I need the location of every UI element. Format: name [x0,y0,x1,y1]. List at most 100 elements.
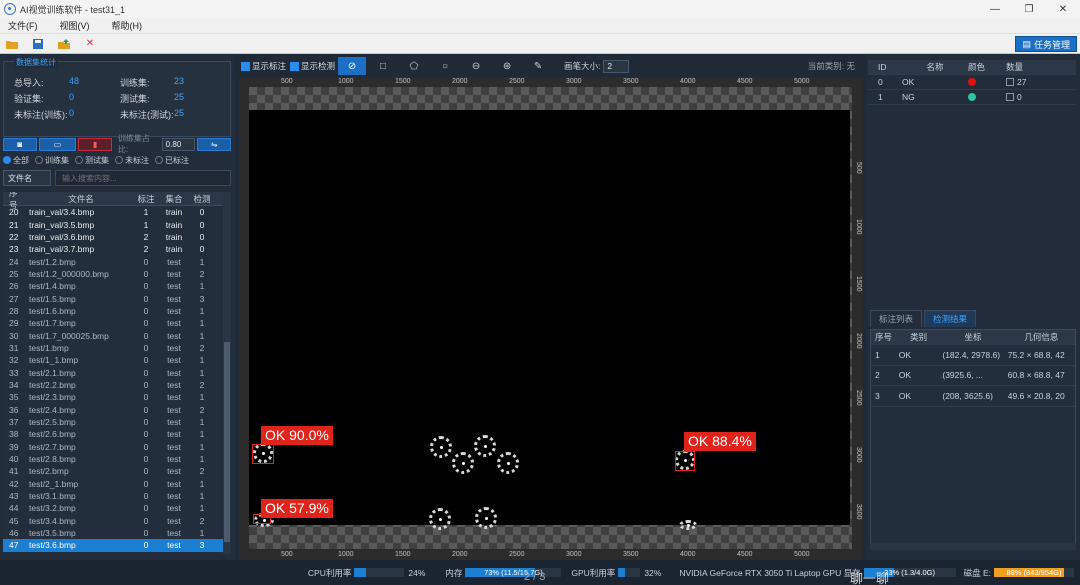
brush-tool[interactable]: ✎ [524,57,552,75]
brush-size-spinbox[interactable]: 2 [603,59,630,73]
row-filename: test/3.5.bmp [29,528,76,539]
save-icon[interactable] [32,38,44,50]
close-window-button[interactable]: ✕ [1046,0,1080,18]
row-detect-count: 0 [199,231,205,242]
menu-file[interactable]: 文件(F) [8,19,38,32]
filter-test[interactable]: 测试集 [75,155,109,166]
row-index: 39 [9,441,19,452]
table-row[interactable]: 31 test/1.bmp 0 test 2 [3,342,231,354]
col-labels[interactable]: 标注 [133,193,159,205]
select-tool[interactable]: ⊘ [338,57,367,75]
filter-all[interactable]: 全部 [3,155,29,166]
search-field-select[interactable]: 文件名 [3,170,51,186]
row-label-count: 0 [143,503,149,514]
scrollbar-thumb[interactable] [224,342,230,542]
table-row[interactable]: 23 train_val/3.7.bmp 2 train 0 [3,243,231,255]
table-row[interactable]: 44 test/3.2.bmp 0 test 1 [3,502,231,514]
table-row[interactable]: 27 test/1.5.bmp 0 test 3 [3,292,231,304]
tab-detection-results[interactable]: 检测结果 [924,310,977,327]
inspection-image[interactable]: OK 90.0% OK 88.4% OK 57.9% [249,110,850,530]
table-row[interactable]: 45 test/3.4.bmp 0 test 2 [3,515,231,527]
maximize-button[interactable]: ❐ [1012,0,1046,18]
table-row[interactable]: 22 train_val/3.6.bmp 2 train 0 [3,231,231,243]
import-icon[interactable] [58,38,70,50]
train-ratio-input[interactable]: 0.80 [161,137,196,151]
stat-untested: 未标注(测试): 25 [120,108,184,121]
menu-help[interactable]: 帮助(H) [112,19,143,32]
table-row[interactable]: 43 test/3.1.bmp 0 test 1 [3,490,231,502]
table-row[interactable]: 40 test/2.8.bmp 0 test 1 [3,453,231,465]
capture-button[interactable]: ◙ [3,137,37,151]
table-row[interactable]: 25 test/1.2_000000.bmp 0 test 2 [3,268,231,280]
show-detect-label: 显示检测 [301,61,336,71]
table-row[interactable]: 36 test/2.4.bmp 0 test 2 [3,404,231,416]
filter-train[interactable]: 训练集 [35,155,69,166]
tab-annotation-list[interactable]: 标注列表 [870,310,923,327]
table-row[interactable]: 42 test/2_1.bmp 0 test 1 [3,478,231,490]
table-row[interactable]: 30 test/1.7_000025.bmp 0 test 1 [3,329,231,341]
table-row[interactable]: 28 test/1.6.bmp 0 test 1 [3,305,231,317]
filter-labeled[interactable]: 已标注 [155,155,189,166]
row-index: 29 [9,318,19,329]
row-label-count: 0 [143,305,149,316]
circle-tool[interactable]: ○ [431,57,459,75]
minimize-button[interactable]: — [978,0,1012,18]
col-set[interactable]: 集合 [159,193,189,205]
split-dataset-button[interactable]: ⇋ [197,137,231,151]
ruler-bottom: 500 1000 1500 2000 2500 3000 3500 4000 4500 5000 [239,550,863,560]
import-images-button[interactable]: ▭ [38,137,77,151]
table-row[interactable]: 39 test/2.7.bmp 0 test 1 [3,441,231,453]
image-canvas[interactable]: OK 90.0% OK 88.4% OK 57.9% 500 1000 1500 20… [239,77,863,560]
open-folder-icon[interactable] [6,38,18,50]
delete-icon[interactable]: ✕ [84,38,96,50]
row-set: test [167,491,181,502]
detection-box[interactable] [675,451,695,471]
filter-unlabeled[interactable]: 未标注 [115,155,149,166]
show-detect-checkbox[interactable]: 显示检测 [290,60,335,72]
table-row[interactable]: 33 test/2.1.bmp 0 test 1 [3,366,231,378]
table-row-selected[interactable]: 47 test/3.6.bmp 0 test 3 [3,539,231,552]
table-row[interactable]: 20 train_val/3.4.bmp 1 train 0 [3,206,231,218]
row-filename: test/2.7.bmp [29,441,76,452]
task-manager-button[interactable]: ▤ 任务管理 [1015,36,1077,52]
table-row[interactable]: 24 test/1.2.bmp 0 test 1 [3,255,231,267]
col-detections[interactable]: 检测 [189,193,215,205]
table-row[interactable]: 41 test/2.bmp 0 test 2 [3,465,231,477]
file-table-scrollbar[interactable] [223,192,231,554]
table-row[interactable]: 3 OK (208, 3625.6) 49.6 × 20.8, 20 [871,386,1075,407]
table-row[interactable]: 29 test/1.7.bmp 0 test 1 [3,317,231,329]
class-color-swatch[interactable] [968,78,1006,86]
detection-box[interactable] [252,444,274,464]
class-row-ng[interactable]: 1 NG 0 [868,90,1076,105]
table-row[interactable]: 1 OK (182.4, 2978.6) 75.2 × 68.8, 42 [871,345,1075,366]
class-row-ok[interactable]: 0 OK 27 [868,75,1076,90]
row-index: 27 [9,293,19,304]
delete-images-button[interactable]: ▮ [78,137,112,151]
rect-tool[interactable]: □ [369,57,397,75]
ring-tool[interactable]: ⊛ [493,57,521,75]
row-detect-count: 1 [199,281,205,292]
count-icon [1006,93,1014,101]
table-row[interactable]: 37 test/2.5.bmp 0 test 1 [3,416,231,428]
table-row[interactable]: 32 test/1_1.bmp 0 test 1 [3,354,231,366]
row-index: 31 [9,342,19,353]
left-panel: 数据集统计 总导入: 48 训练集: 23 验证集: 0 测试集: 25 未标注(训练)… [0,55,235,560]
row-label-count: 0 [143,454,149,465]
table-row[interactable]: 46 test/3.5.bmp 0 test 1 [3,527,231,539]
table-row[interactable]: 38 test/2.6.bmp 0 test 1 [3,428,231,440]
show-labels-checkbox[interactable]: 显示标注 [241,60,286,72]
row-filename: test/1.7_000025.bmp [29,330,109,341]
class-color-swatch[interactable] [968,93,1006,101]
ellipse-tool[interactable]: ⊖ [462,57,490,75]
menu-view[interactable]: 视图(V) [60,19,90,32]
col-filename[interactable]: 文件名 [25,193,133,205]
detection-table-hscroll[interactable] [870,543,1076,550]
table-row[interactable]: 2 OK (3925.6, ... 60.8 × 68.8, 47 [871,366,1075,386]
polygon-tool[interactable]: ⬠ [400,57,428,75]
table-row[interactable]: 35 test/2.3.bmp 0 test 1 [3,391,231,403]
ruler-tick-label: 2000 [452,551,468,558]
table-row[interactable]: 21 train_val/3.5.bmp 1 train 0 [3,218,231,230]
table-row[interactable]: 26 test/1.4.bmp 0 test 1 [3,280,231,292]
search-input[interactable] [55,170,231,186]
table-row[interactable]: 34 test/2.2.bmp 0 test 2 [3,379,231,391]
